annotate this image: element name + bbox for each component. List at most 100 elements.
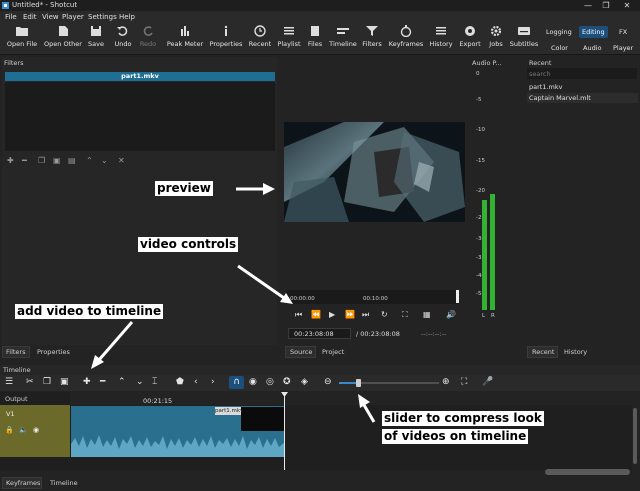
mute-icon[interactable]: 🔈 [19, 426, 28, 434]
loop-icon[interactable]: ↻ [381, 310, 388, 319]
stopwatch-icon [400, 25, 412, 37]
color-layout-button[interactable]: Color [551, 44, 568, 52]
files-button[interactable]: Files [305, 25, 325, 53]
ripple-markers-icon[interactable]: ◈ [301, 377, 308, 387]
lock-icon[interactable]: 🔒 [5, 426, 14, 434]
timeline-button[interactable]: Timeline [329, 25, 357, 53]
ripple-delete-icon[interactable]: ━ [100, 377, 105, 387]
filters-list[interactable] [5, 82, 275, 151]
menu-view[interactable]: View [42, 13, 59, 21]
timeline-vertical-scrollbar[interactable] [633, 408, 637, 464]
zoom-fit-timeline-icon[interactable]: ⛶ [461, 377, 467, 387]
clip-name-label: part1.mkv [215, 407, 244, 415]
recent-item[interactable]: Captain Marvel.mlt [529, 94, 591, 102]
copy-icon[interactable]: ❐ [43, 377, 51, 387]
tab-timeline[interactable]: Timeline [50, 479, 78, 487]
jobs-button[interactable]: Jobs [486, 25, 506, 53]
zoom-fit-icon[interactable]: ⛶ [402, 310, 408, 320]
restore-button[interactable]: ❐ [598, 0, 614, 11]
ripple-icon[interactable]: ◎ [266, 377, 274, 387]
position-timecode-field[interactable]: 00:23:08:08 [288, 328, 351, 339]
recent-search-input[interactable]: search [527, 68, 637, 79]
scrub-icon[interactable]: ◉ [249, 377, 257, 387]
fast-forward-icon[interactable]: ⏩ [345, 310, 355, 319]
ripple-all-icon[interactable]: ✪ [283, 377, 291, 387]
tab-source[interactable]: Source [290, 348, 312, 356]
player-layout-button[interactable]: Player [613, 44, 633, 52]
previous-marker-icon[interactable]: ‹ [194, 377, 198, 387]
tab-recent[interactable]: Recent [532, 348, 554, 356]
playlist-button[interactable]: Playlist [277, 25, 301, 53]
undo-icon [117, 26, 128, 36]
recent-button[interactable]: Recent [248, 25, 272, 53]
play-icon[interactable]: ▶ [329, 310, 335, 319]
deselect-filter-icon[interactable]: ✕ [118, 156, 125, 165]
split-icon[interactable]: ⌶ [152, 377, 157, 387]
tab-project[interactable]: Project [322, 348, 344, 356]
open-file-button[interactable]: Open File [4, 25, 40, 53]
recent-panel-title: Recent [529, 59, 552, 67]
paste-filter-icon[interactable]: ▣ [53, 156, 61, 165]
save-button[interactable]: Save [86, 25, 106, 53]
audio-layout-button[interactable]: Audio [583, 44, 601, 52]
info-icon [224, 25, 228, 36]
remove-filter-icon[interactable]: ━ [22, 156, 27, 165]
history-button[interactable]: History [428, 25, 454, 53]
zoom-out-icon[interactable]: ⊖ [324, 377, 332, 387]
export-button[interactable]: Export [458, 25, 482, 53]
editing-layout-button[interactable]: Editing [579, 26, 608, 38]
tab-filters[interactable]: Filters [6, 348, 25, 356]
logging-layout-button[interactable]: Logging [546, 28, 572, 36]
grid-icon[interactable]: ▦ [423, 310, 431, 319]
undo-button[interactable]: Undo [112, 25, 134, 53]
shotcut-logo-icon [2, 2, 9, 9]
keyframes-button[interactable]: Keyframes [388, 25, 424, 53]
tab-history[interactable]: History [564, 348, 587, 356]
timeline-playhead[interactable] [284, 392, 285, 470]
move-down-icon[interactable]: ⌄ [101, 156, 108, 165]
append-to-timeline-icon[interactable]: ✚ [83, 377, 91, 387]
volume-icon[interactable]: 🔊 [446, 310, 456, 319]
peak-meter-button[interactable]: Peak Meter [166, 25, 204, 53]
record-audio-icon[interactable]: 🎤 [482, 377, 493, 387]
tab-keyframes[interactable]: Keyframes [6, 479, 40, 487]
fx-layout-button[interactable]: FX [619, 28, 627, 36]
add-filter-icon[interactable]: ✚ [7, 156, 14, 165]
next-marker-icon[interactable]: › [211, 377, 215, 387]
redo-button[interactable]: Redo [137, 25, 159, 53]
save-preset-icon[interactable]: ▤ [68, 156, 76, 165]
menu-edit[interactable]: Edit [23, 13, 37, 21]
lift-icon[interactable]: ⌃ [118, 377, 126, 387]
overwrite-icon[interactable]: ⌄ [136, 377, 144, 387]
properties-button[interactable]: Properties [209, 25, 243, 53]
clock-icon [254, 25, 266, 37]
menu-player[interactable]: Player [62, 13, 84, 21]
timeline-menu-icon[interactable]: ☰ [5, 377, 13, 387]
recent-item[interactable]: part1.mkv [529, 83, 562, 91]
menu-file[interactable]: File [5, 13, 17, 21]
skip-previous-icon[interactable]: ⏮ [295, 310, 302, 320]
move-up-icon[interactable]: ⌃ [86, 156, 93, 165]
subtitles-button[interactable]: Subtitles [509, 25, 539, 53]
open-other-button[interactable]: Open Other [42, 25, 84, 53]
timeline-horizontal-scrollbar[interactable] [545, 469, 630, 475]
menu-help[interactable]: Help [119, 13, 135, 21]
timeline-ruler-time: 00:21:15 [143, 397, 173, 405]
rewind-icon[interactable]: ⏪ [311, 310, 321, 319]
zoom-in-icon[interactable]: ⊕ [442, 377, 450, 387]
cut-icon[interactable]: ✂ [26, 377, 34, 387]
copy-filter-icon[interactable]: ❐ [38, 156, 45, 165]
snap-magnet-icon[interactable]: ∩ [229, 376, 244, 389]
menu-settings[interactable]: Settings [88, 13, 117, 21]
filters-button[interactable]: Filters [361, 25, 383, 53]
video-preview[interactable] [284, 122, 465, 222]
zoom-slider-handle[interactable] [356, 379, 361, 387]
minimize-button[interactable]: — [580, 0, 596, 11]
skip-next-icon[interactable]: ⏭ [362, 310, 369, 320]
marker-icon[interactable]: ⬟ [176, 377, 184, 387]
paste-icon[interactable]: ▣ [60, 377, 69, 387]
tab-properties[interactable]: Properties [37, 348, 70, 356]
eye-icon[interactable]: ◉ [33, 426, 39, 434]
close-button[interactable]: ✕ [619, 0, 635, 11]
player-playhead[interactable] [456, 290, 459, 303]
